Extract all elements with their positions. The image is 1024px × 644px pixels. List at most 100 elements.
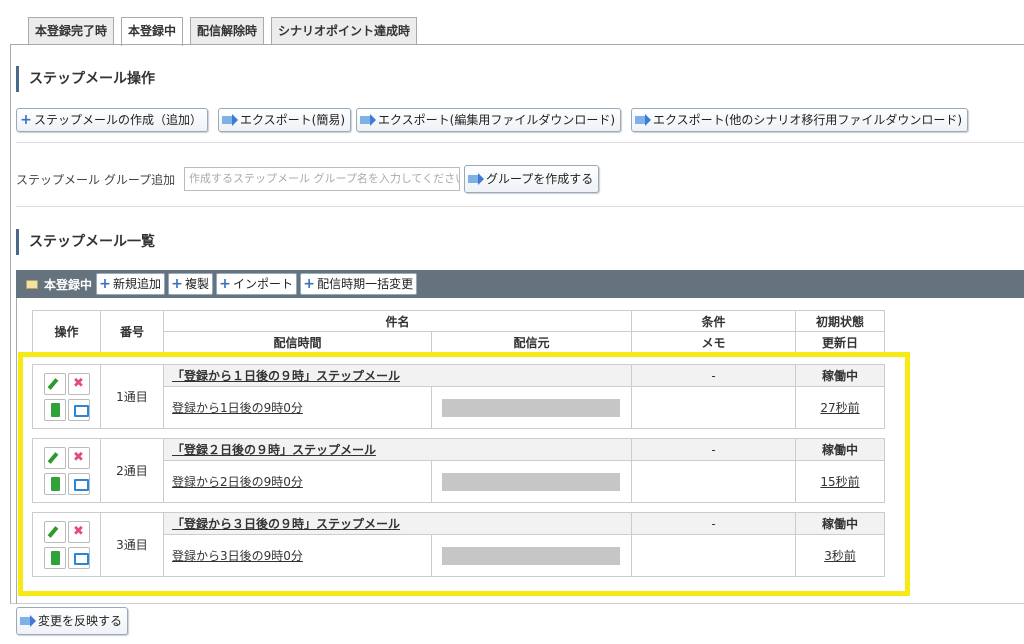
row-subject-link[interactable]: 「登録から１日後の９時」ステップメール [162, 364, 633, 387]
plus-icon: + [99, 276, 111, 292]
add-new-label: 新規追加 [113, 277, 162, 291]
col-header-from: 配信元 [430, 331, 633, 353]
create-stepmail-label: ステップメールの作成（追加） [34, 113, 203, 127]
row-condition: - [631, 512, 797, 535]
tab-registering[interactable]: 本登録中 [121, 17, 184, 46]
row-number: 3通目 [100, 512, 164, 577]
delete-icon[interactable] [67, 446, 90, 469]
plus-icon: + [219, 276, 231, 292]
arrow-right-icon [20, 615, 36, 627]
row-status: 稼働中 [795, 512, 886, 535]
redacted-sender [442, 546, 620, 565]
table-row: 1通目 「登録から１日後の９時」ステップメール - 稼働中 [32, 364, 886, 429]
reflect-changes-label: 変更を反映する [38, 614, 123, 628]
separator [16, 206, 1024, 207]
row-updated-link[interactable]: 3秒前 [795, 534, 886, 577]
tab-bar: 本登録完了時 本登録中 配信解除時 シナリオポイント達成時 [28, 17, 424, 46]
import-button[interactable]: + インポート [216, 273, 298, 295]
row-from [430, 386, 633, 429]
row-time-link[interactable]: 登録から3日後の9時0分 [163, 534, 432, 577]
export-other-button[interactable]: エクスポート(他のシナリオ移行用ファイルダウンロード) [631, 108, 969, 132]
col-header-subject: 件名 [162, 310, 633, 332]
export-edit-button[interactable]: エクスポート(編集用ファイルダウンロード) [356, 108, 622, 132]
plus-icon: + [303, 276, 315, 292]
export-simple-button[interactable]: エクスポート(簡易) [218, 108, 352, 132]
copy-icon[interactable] [43, 546, 66, 569]
copy-icon[interactable] [43, 398, 66, 421]
copy-label: 複製 [185, 277, 210, 291]
tab-divider [10, 44, 1024, 45]
col-header-num: 番号 [100, 310, 164, 353]
row-ops [32, 438, 101, 503]
import-label: インポート [233, 277, 294, 291]
col-header-time: 配信時間 [163, 331, 432, 353]
row-subject-link[interactable]: 「登録２日後の９時」ステップメール [162, 438, 633, 461]
row-memo [631, 386, 797, 429]
row-updated-link[interactable]: 15秒前 [795, 460, 886, 503]
row-condition: - [631, 438, 797, 461]
add-new-button[interactable]: + 新規追加 [96, 273, 166, 295]
export-edit-label: エクスポート(編集用ファイルダウンロード) [378, 113, 616, 127]
copy-button[interactable]: + 複製 [168, 273, 214, 295]
arrow-right-icon [635, 114, 651, 126]
preview-icon[interactable] [67, 472, 90, 495]
row-time-link[interactable]: 登録から2日後の9時0分 [163, 460, 432, 503]
edit-icon[interactable] [43, 446, 66, 469]
table-row: 3通目 「登録から３日後の９時」ステップメール - 稼働中 [32, 512, 886, 577]
edit-icon[interactable] [43, 372, 66, 395]
col-header-cond: 条件 [631, 310, 797, 332]
stepmail-table: 操作 番号 件名 条件 初期状態 配信時間 配信元 メモ 更新日 1通目 「登録… [32, 310, 886, 577]
create-group-button[interactable]: グループを作成する [464, 165, 600, 193]
reflect-changes-button[interactable]: 変更を反映する [16, 607, 129, 635]
row-number: 2通目 [100, 438, 164, 503]
separator [16, 142, 1024, 143]
edit-icon[interactable] [43, 520, 66, 543]
row-status: 稼働中 [795, 438, 886, 461]
delete-icon[interactable] [67, 520, 90, 543]
tab-registration-complete[interactable]: 本登録完了時 [28, 17, 115, 44]
group-name-input[interactable]: 作成するステップメール グループ名を入力してください [184, 167, 460, 191]
ops-section-title: ステップメール操作 [16, 66, 155, 92]
plus-icon: + [20, 112, 32, 128]
arrow-right-icon [222, 114, 238, 126]
row-memo [631, 460, 797, 503]
col-header-init: 初期状態 [795, 310, 886, 332]
plus-icon: + [171, 276, 183, 292]
arrow-right-icon [360, 114, 376, 126]
copy-icon[interactable] [43, 472, 66, 495]
create-stepmail-button[interactable]: + ステップメールの作成（追加） [16, 108, 209, 132]
col-header-memo: メモ [631, 331, 797, 353]
create-group-label: グループを作成する [486, 172, 594, 186]
group-name: 本登録中 [44, 277, 93, 292]
arrow-right-icon [468, 173, 484, 185]
redacted-sender [442, 472, 620, 491]
redacted-sender [442, 398, 620, 417]
row-ops [32, 364, 101, 429]
row-time-link[interactable]: 登録から1日後の9時0分 [163, 386, 432, 429]
row-number: 1通目 [100, 364, 164, 429]
row-updated-link[interactable]: 27秒前 [795, 386, 886, 429]
row-ops [32, 512, 101, 577]
row-from [430, 534, 633, 577]
envelope-icon [26, 279, 38, 289]
export-other-label: エクスポート(他のシナリオ移行用ファイルダウンロード) [653, 113, 963, 127]
row-status: 稼働中 [795, 364, 886, 387]
group-header-bar: 本登録中 + 新規追加 + 複製 + インポート + 配信時期一括変更 [16, 270, 1024, 298]
row-memo [631, 534, 797, 577]
col-header-ops: 操作 [32, 310, 101, 353]
list-section-title: ステップメール一覧 [16, 229, 155, 255]
preview-icon[interactable] [67, 546, 90, 569]
row-subject-link[interactable]: 「登録から３日後の９時」ステップメール [162, 512, 633, 535]
export-simple-label: エクスポート(簡易) [240, 113, 346, 127]
preview-icon[interactable] [67, 398, 90, 421]
row-from [430, 460, 633, 503]
group-add-label: ステップメール グループ追加 [16, 173, 176, 187]
bulk-change-button[interactable]: + 配信時期一括変更 [300, 273, 418, 295]
delete-icon[interactable] [67, 372, 90, 395]
table-row: 2通目 「登録２日後の９時」ステップメール - 稼働中 [32, 438, 886, 503]
tab-unsubscribe[interactable]: 配信解除時 [190, 17, 265, 44]
col-header-updated: 更新日 [795, 331, 886, 353]
bulk-change-label: 配信時期一括変更 [317, 277, 414, 291]
tab-scenario-point[interactable]: シナリオポイント達成時 [271, 17, 418, 44]
row-condition: - [631, 364, 797, 387]
